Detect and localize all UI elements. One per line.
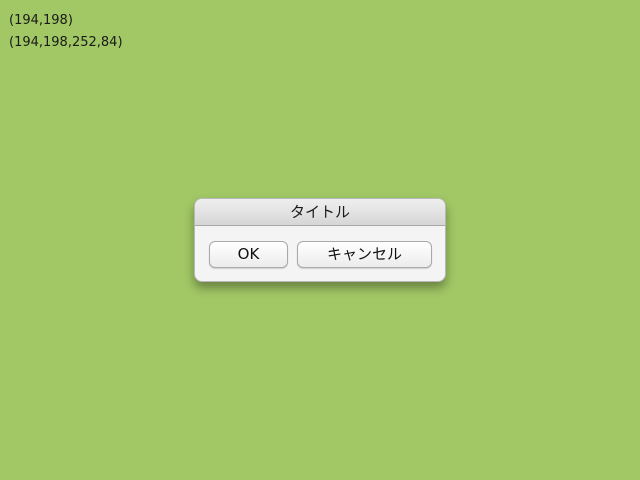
cancel-button[interactable]: キャンセル [297, 241, 432, 268]
debug-point-text: (194,198) [9, 13, 73, 28]
dialog-title: タイトル [195, 199, 445, 226]
debug-rect-text: (194,198,252,84) [9, 35, 123, 50]
ok-button[interactable]: OK [209, 241, 288, 268]
dialog: タイトル OK キャンセル [194, 198, 446, 282]
